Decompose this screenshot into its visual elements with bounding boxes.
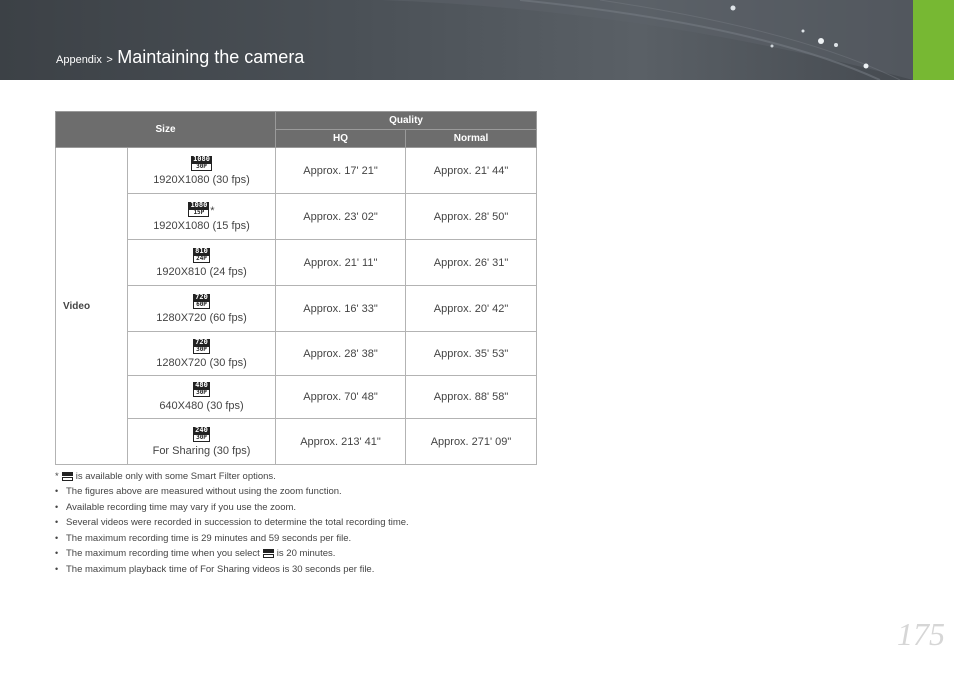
- table-row: 720 60P 1280X720 (60 fps) Approx. 16' 33"…: [56, 285, 538, 332]
- table-row: 810 24P 1920X810 (24 fps) Approx. 21' 11"…: [56, 239, 538, 286]
- size-label: 1920X810 (24 fps): [156, 265, 247, 278]
- movie-size-icon: 720 30P: [193, 338, 210, 354]
- size-label: 1920X1080 (30 fps): [153, 173, 250, 186]
- size-label: 1280X720 (30 fps): [156, 356, 247, 369]
- footnote-mark: *: [55, 471, 59, 482]
- breadcrumb-separator: >: [106, 54, 113, 66]
- normal-header: Normal: [405, 129, 538, 148]
- normal-time: Approx. 88' 58": [405, 375, 538, 419]
- category-video: Video: [55, 147, 128, 465]
- hq-time: Approx. 213' 41": [275, 418, 407, 465]
- hq-time: Approx. 70' 48": [275, 375, 407, 419]
- page-title: Maintaining the camera: [117, 47, 305, 67]
- movie-size-icon: 480 30P: [193, 382, 210, 397]
- hq-header: HQ: [275, 129, 407, 148]
- size-cell: 480 30P 640X480 (30 fps): [126, 375, 277, 419]
- list-item: • Available recording time may vary if yo…: [55, 501, 297, 513]
- movie-size-icon: 1080 15P: [188, 200, 210, 217]
- movie-size-icon: 1080 30P: [191, 154, 212, 171]
- breadcrumb-parent[interactable]: Appendix: [56, 54, 102, 66]
- normal-time: Approx. 21' 44": [405, 147, 538, 194]
- breadcrumb: Appendix > Maintaining the camera: [56, 47, 304, 68]
- hq-time: Approx. 23' 02": [275, 193, 407, 240]
- hq-time: Approx. 16' 33": [275, 285, 407, 332]
- notes-list: • The figures above are measured without …: [55, 484, 409, 578]
- recording-time-table: Size Quality HQ Normal Video 1080 30P 192…: [54, 111, 538, 465]
- table-row: 720 30P 1280X720 (30 fps) Approx. 28' 38"…: [56, 331, 538, 376]
- size-label: 640X480 (30 fps): [159, 400, 244, 412]
- list-item: • The figures above are measured without …: [55, 486, 342, 497]
- normal-time: Approx. 28' 50": [405, 193, 538, 240]
- movie-size-icon: 720 60P: [193, 293, 210, 309]
- normal-time: Approx. 271' 09": [405, 418, 538, 465]
- size-label: 1280X720 (60 fps): [156, 311, 247, 324]
- page-number: 175: [897, 616, 945, 652]
- normal-time: Approx. 35' 53": [405, 331, 538, 376]
- table-row: Video 1080 30P 1920X1080 (30 fps) Approx.…: [55, 147, 538, 465]
- list-item: • The maximum recording time is 29 minute…: [55, 532, 352, 544]
- header-decoration: [380, 0, 913, 80]
- list-item: • Several videos were recorded in success…: [55, 517, 409, 529]
- hq-time: Approx. 17' 21": [275, 147, 407, 194]
- footnote-text: is available only with some Smart Filter…: [75, 471, 276, 482]
- size-header: Size: [54, 111, 277, 148]
- header-banner: Appendix > Maintaining the camera: [0, 0, 913, 80]
- movie-size-icon: 810 24P: [193, 247, 210, 263]
- table-row: 1080 15P * 1920X1080 (15 fps) Approx. 23' …: [56, 193, 538, 240]
- size-cell: 1080 15P * 1920X1080 (15 fps): [126, 193, 277, 240]
- hq-time: Approx. 21' 11": [275, 239, 407, 286]
- size-cell: 240 30P For Sharing (30 fps): [126, 418, 277, 465]
- movie-size-1080-15p-icon: [262, 549, 274, 559]
- size-label: 1920X1080 (15 fps): [153, 219, 250, 232]
- movie-size-1080-15p-icon: [61, 472, 73, 482]
- section-tab[interactable]: [913, 0, 954, 80]
- movie-size-icon: 240 30P: [193, 426, 210, 442]
- list-item: • The maximum recording time when you se…: [55, 548, 336, 560]
- size-cell: 720 30P 1280X720 (30 fps): [126, 331, 277, 376]
- hq-time: Approx. 28' 38": [275, 331, 407, 376]
- normal-time: Approx. 26' 31": [405, 239, 538, 286]
- size-cell: 810 24P 1920X810 (24 fps): [126, 239, 277, 286]
- list-item: • The maximum playback time of For Sharin…: [55, 563, 375, 575]
- asterisk-mark: *: [210, 204, 215, 217]
- footnote: * is available only with some Smart Filt…: [55, 470, 409, 484]
- normal-time: Approx. 20' 42": [405, 285, 538, 332]
- table-row: 240 30P For Sharing (30 fps) Approx. 213'…: [56, 418, 538, 465]
- size-cell: 720 60P 1280X720 (60 fps): [126, 285, 277, 332]
- size-label: For Sharing (30 fps): [152, 444, 251, 457]
- quality-header: Quality: [275, 111, 538, 130]
- table-row: 480 30P 640X480 (30 fps) Approx. 70' 48" …: [56, 375, 538, 419]
- size-cell: 1080 30P 1920X1080 (30 fps): [126, 147, 277, 194]
- notes-section: * is available only with some Smart Filt…: [55, 470, 409, 578]
